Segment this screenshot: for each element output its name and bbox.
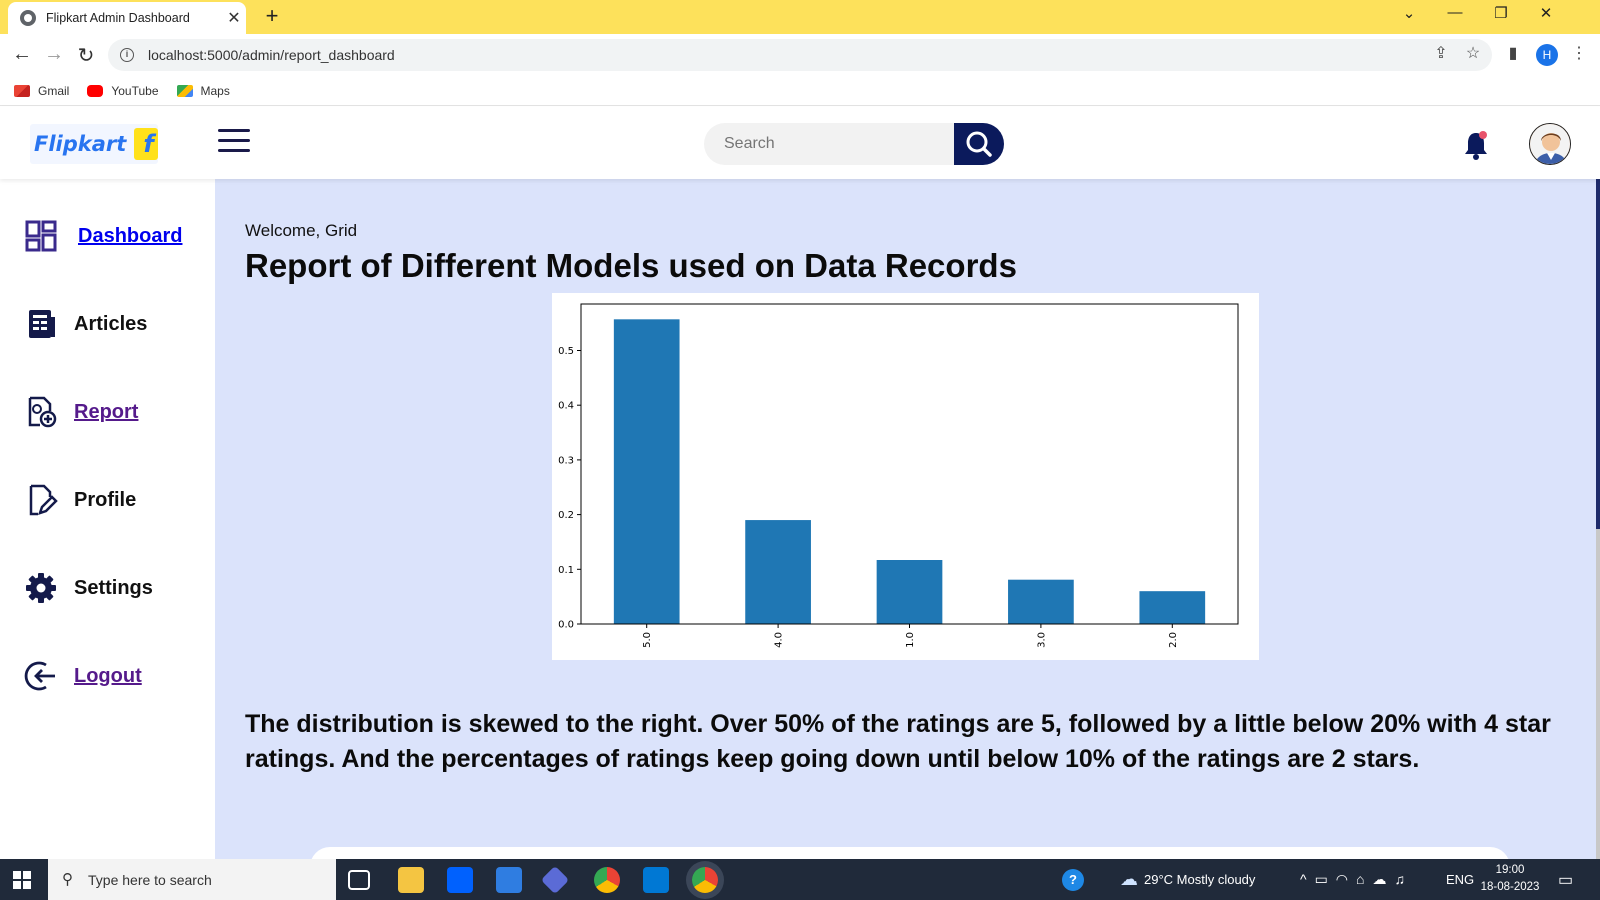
bookmark-gmail[interactable]: Gmail bbox=[14, 84, 69, 98]
minimize-button[interactable]: — bbox=[1440, 4, 1470, 21]
site-info-icon[interactable]: i bbox=[120, 48, 134, 62]
bar bbox=[1139, 591, 1206, 624]
y-tick-label: 0.4 bbox=[558, 401, 574, 412]
restore-button[interactable]: ❐ bbox=[1486, 4, 1516, 22]
taskbar-search-icon: ⚲ bbox=[62, 871, 73, 888]
y-tick-label: 0.3 bbox=[558, 455, 574, 466]
bookmark-star-icon[interactable]: ☆ bbox=[1462, 43, 1484, 63]
reload-button[interactable]: ↻ bbox=[74, 43, 98, 68]
profile-edit-icon bbox=[29, 484, 58, 516]
share-icon[interactable]: ⇪ bbox=[1430, 43, 1452, 63]
side-panel-icon[interactable]: ▮ bbox=[1502, 43, 1524, 63]
clock[interactable]: 19:00 18-08-2023 bbox=[1480, 862, 1540, 896]
new-tab-button[interactable]: + bbox=[258, 3, 286, 29]
report-icon bbox=[28, 396, 57, 428]
bar bbox=[745, 520, 811, 624]
todo-icon[interactable] bbox=[496, 867, 522, 893]
y-tick-label: 0.5 bbox=[558, 346, 574, 357]
y-tick-label: 0.0 bbox=[558, 620, 574, 631]
flipkart-bag-icon bbox=[134, 128, 158, 160]
search-icon bbox=[966, 131, 992, 157]
language-indicator[interactable]: ENG bbox=[1446, 859, 1474, 900]
x-tick-label: 2.0 bbox=[1168, 632, 1179, 648]
address-bar[interactable]: i localhost:5000/admin/report_dashboard bbox=[108, 39, 1492, 71]
articles-icon bbox=[29, 310, 55, 338]
gmail-icon bbox=[14, 84, 30, 97]
x-tick-label: 5.0 bbox=[642, 632, 653, 648]
tab-title: Flipkart Admin Dashboard bbox=[46, 11, 190, 25]
sidebar-item-articles[interactable]: Articles bbox=[24, 307, 147, 341]
y-tick-label: 0.1 bbox=[558, 565, 574, 576]
cloud-icon: ☁ bbox=[1120, 869, 1138, 889]
file-explorer-icon[interactable] bbox=[398, 867, 424, 893]
browser-toolbar: ← → ↻ i localhost:5000/admin/report_dash… bbox=[0, 34, 1600, 76]
globe-icon bbox=[20, 10, 36, 26]
flipkart-logo[interactable]: Flipkart bbox=[30, 124, 158, 164]
close-window-button[interactable]: ✕ bbox=[1531, 4, 1561, 22]
task-view-icon[interactable] bbox=[348, 870, 370, 890]
logout-icon bbox=[24, 661, 55, 691]
sidebar-item-report[interactable]: Report bbox=[24, 395, 138, 429]
browser-profile-avatar[interactable]: H bbox=[1536, 44, 1558, 66]
x-tick-label: 3.0 bbox=[1036, 632, 1047, 648]
url-text: localhost:5000/admin/report_dashboard bbox=[148, 47, 395, 63]
bar bbox=[613, 319, 680, 624]
browser-menu-icon[interactable]: ⋮ bbox=[1568, 43, 1590, 63]
tab-close-icon[interactable]: ✕ bbox=[222, 8, 246, 28]
sidebar-item-profile[interactable]: Profile bbox=[24, 483, 136, 517]
main-content: Welcome, Grid Report of Different Models… bbox=[215, 179, 1600, 859]
sidebar-item-dashboard[interactable]: Dashboard bbox=[24, 219, 182, 253]
vscode-icon[interactable] bbox=[643, 867, 669, 893]
hamburger-menu-icon[interactable] bbox=[218, 129, 250, 155]
browser-tab[interactable]: Flipkart Admin Dashboard ✕ bbox=[8, 2, 246, 34]
bookmark-youtube[interactable]: YouTube bbox=[87, 84, 159, 98]
report-summary: The distribution is skewed to the right.… bbox=[245, 710, 1551, 773]
system-tray-icons[interactable]: ^▭◠⌂☁♫ bbox=[1300, 859, 1413, 900]
bookmark-maps[interactable]: Maps bbox=[176, 84, 230, 98]
app-header: Flipkart bbox=[0, 107, 1600, 179]
taskbar-search[interactable]: ⚲ Type here to search bbox=[48, 859, 336, 900]
x-tick-label: 1.0 bbox=[905, 632, 916, 648]
sidebar-item-settings[interactable]: Settings bbox=[24, 571, 153, 605]
tab-search-chevron-icon[interactable]: ⌄ bbox=[1394, 4, 1424, 22]
forward-button[interactable]: → bbox=[42, 43, 66, 66]
x-tick-label: 4.0 bbox=[774, 632, 785, 648]
sidebar-item-logout[interactable]: Logout bbox=[24, 659, 142, 693]
sidebar: Dashboard Articles Report Profile Settin… bbox=[0, 179, 215, 859]
notification-center-icon[interactable]: ▭ bbox=[1558, 859, 1573, 900]
help-icon[interactable]: ? bbox=[1062, 859, 1084, 900]
page-scrollbar-thumb[interactable] bbox=[1596, 179, 1600, 529]
search-input[interactable] bbox=[704, 123, 954, 165]
dashboard-grid-icon bbox=[25, 220, 57, 252]
chrome-icon[interactable] bbox=[594, 867, 620, 893]
ratings-bar-chart: 0.0 0.1 0.2 0.3 0.4 0.5 5.0 4.0 1.0 3.0 2.0 bbox=[552, 293, 1259, 660]
windows-start-icon[interactable] bbox=[13, 871, 31, 889]
weather-widget[interactable]: ☁ 29°C Mostly cloudy bbox=[1120, 859, 1255, 900]
y-tick-label: 0.2 bbox=[558, 510, 574, 521]
browser-tab-bar: Flipkart Admin Dashboard ✕ + ⌄ — ❐ ✕ bbox=[0, 0, 1600, 34]
search-button[interactable] bbox=[954, 123, 1004, 165]
chart-svg: 0.0 0.1 0.2 0.3 0.4 0.5 5.0 4.0 1.0 3.0 2.0 bbox=[558, 303, 1239, 648]
notification-bell-icon[interactable] bbox=[1462, 129, 1490, 161]
bar bbox=[1008, 579, 1074, 624]
bookmarks-bar: Gmail YouTube Maps bbox=[0, 76, 1600, 106]
youtube-icon bbox=[87, 84, 104, 97]
user-avatar[interactable] bbox=[1529, 123, 1571, 165]
gear-icon bbox=[26, 573, 56, 603]
welcome-text: Welcome, Grid bbox=[245, 221, 358, 240]
app-icon[interactable] bbox=[540, 865, 570, 895]
back-button[interactable]: ← bbox=[10, 43, 34, 66]
maps-icon bbox=[176, 84, 193, 97]
chrome-active-icon[interactable] bbox=[692, 867, 718, 893]
page-title: Report of Different Models used on Data … bbox=[245, 247, 1017, 284]
bar bbox=[876, 560, 943, 624]
dropbox-icon[interactable] bbox=[447, 867, 473, 893]
windows-taskbar: ⚲ Type here to search ? ☁ 29°C Mostly cl… bbox=[0, 859, 1600, 900]
bottom-card bbox=[310, 847, 1510, 859]
